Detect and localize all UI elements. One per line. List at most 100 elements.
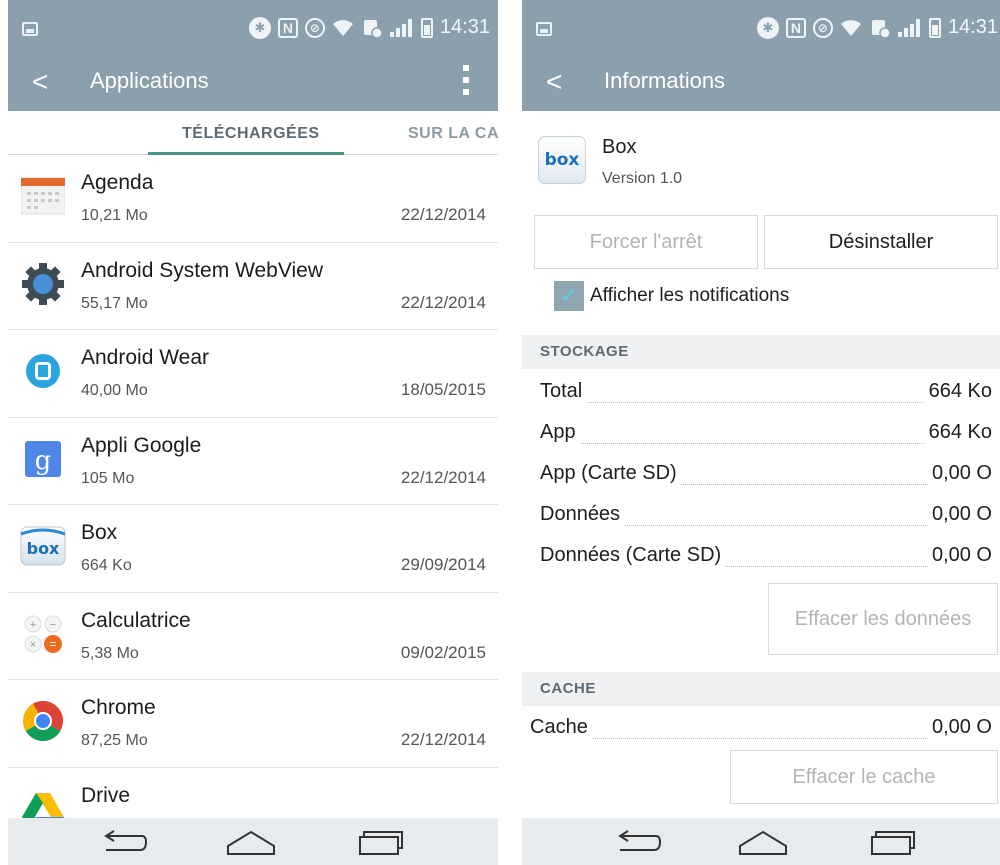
box-logo-text: box [544, 150, 580, 170]
app-bar: < Informations [522, 56, 1000, 111]
app-info-screen: ✱ N ⊘ 14:31 < Informations box Box Versi… [522, 0, 1000, 865]
cache-section-header: CACHE [522, 672, 1000, 706]
wifi-icon [840, 17, 862, 39]
nav-home-icon[interactable] [226, 830, 276, 856]
overflow-menu-icon[interactable] [462, 62, 470, 98]
app-date: 22/12/2014 [400, 205, 486, 224]
applications-screen: ✱ N ⊘ 14:31 < Applications TÉLÉCHARGÉES … [8, 0, 498, 865]
app-size: 664 Ko [81, 557, 132, 574]
clear-data-button[interactable]: Effacer les données [768, 583, 998, 655]
tab-bar: TÉLÉCHARGÉES SUR LA CA [8, 111, 498, 155]
app-size: 105 Mo [81, 469, 135, 487]
nav-back-icon[interactable] [100, 830, 148, 856]
app-name: Calculatrice [81, 608, 191, 632]
storage-section-header: STOCKAGE [522, 335, 1000, 369]
app-date: 22/12/2014 [400, 292, 486, 312]
app-size: 5,38 Mo [81, 644, 139, 662]
storage-section-title: STOCKAGE [540, 343, 629, 360]
cache-section-title: CACHE [540, 680, 596, 697]
storage-value: 0,00 O [927, 503, 992, 526]
storage-row-data-sd: Données (Carte SD) 0,00 O [522, 540, 1000, 576]
status-bar: ✱ N ⊘ 14:31 [8, 0, 498, 56]
list-item[interactable]: Chrome 87,25 Mo 22/12/2014 [8, 680, 498, 768]
clock: 14:31 [439, 16, 490, 38]
app-name: Appli Google [81, 433, 202, 457]
storage-label: App [540, 421, 580, 444]
screenshot-notification-icon [536, 22, 552, 36]
nfc-icon: N [277, 17, 298, 38]
list-item[interactable]: Agenda 10,21 Mo 22/12/2014 [8, 155, 498, 243]
app-name: Android Wear [81, 346, 210, 369]
app-size: 40,00 Mo [81, 382, 148, 399]
app-date: 22/12/2014 [400, 467, 486, 487]
list-item[interactable]: g Appli Google 105 Mo 22/12/2014 [8, 418, 498, 505]
storage-label: App (Carte SD) [540, 462, 681, 485]
app-version: Version 1.0 [602, 170, 683, 187]
uninstall-button[interactable]: Désinstaller [764, 215, 998, 269]
list-item[interactable]: Drive [8, 768, 498, 818]
back-arrow-icon[interactable]: < [546, 66, 562, 98]
nav-recent-apps-icon[interactable] [358, 830, 404, 856]
tab-sd-card[interactable]: SUR LA CA [408, 125, 498, 143]
nav-recent-apps-icon[interactable] [870, 830, 916, 856]
box-icon: box [20, 523, 66, 569]
tab-downloaded[interactable]: TÉLÉCHARGÉES [182, 125, 320, 143]
storage-value: 664 Ko [924, 380, 992, 403]
vibrate-off-icon: ⊘ [304, 17, 325, 38]
app-date: 18/05/2015 [400, 380, 486, 399]
status-icons: ✱ N ⊘ 14:31 [756, 16, 998, 39]
notifications-label: Afficher les notifications [590, 285, 790, 306]
bluetooth-icon: ✱ [756, 16, 779, 39]
navigation-bar [8, 818, 498, 865]
storage-label: Total [540, 380, 587, 403]
calculator-icon: + − × = [20, 611, 66, 657]
storage-value: 0,00 O [927, 462, 992, 485]
notifications-checkbox[interactable]: ✓ [554, 281, 584, 311]
svg-text:box: box [27, 539, 60, 558]
gear-icon [20, 261, 66, 307]
page-title: Applications [90, 68, 209, 93]
list-item[interactable]: Android System WebView 55,17 Mo 22/12/20… [8, 243, 498, 330]
google-icon: g [20, 436, 66, 482]
clear-cache-button[interactable]: Effacer le cache [730, 750, 998, 804]
list-item[interactable]: box Box 664 Ko 29/09/2014 [8, 505, 498, 593]
svg-text:=: = [49, 637, 56, 651]
android-wear-icon [20, 348, 66, 394]
nav-home-icon[interactable] [738, 830, 788, 856]
storage-row-app-sd: App (Carte SD) 0,00 O [522, 458, 1000, 494]
storage-label: Données (Carte SD) [540, 544, 726, 567]
list-item[interactable]: + − × = Calculatrice 5,38 Mo 09/02/2015 [8, 593, 498, 680]
sim-icon [361, 17, 383, 39]
cache-row: Cache 0,00 O [522, 712, 1000, 748]
battery-icon [420, 17, 433, 38]
drive-icon [20, 786, 66, 818]
status-bar: ✱ N ⊘ 14:31 [522, 0, 1000, 56]
signal-icon [897, 18, 922, 37]
cache-value: 0,00 O [927, 716, 992, 739]
battery-icon [928, 17, 941, 38]
svg-text:−: − [50, 619, 56, 631]
svg-text:g: g [35, 446, 52, 476]
app-size: 10,21 Mo [81, 207, 148, 224]
list-item[interactable]: Android Wear 40,00 Mo 18/05/2015 [8, 330, 498, 418]
notifications-row[interactable]: ✓ Afficher les notifications [554, 280, 789, 312]
app-date: 22/12/2014 [400, 730, 486, 749]
storage-value: 664 Ko [924, 421, 992, 444]
status-icons: ✱ N ⊘ 14:31 [248, 16, 490, 39]
app-name: Box [81, 521, 118, 544]
app-header: box Box Version 1.0 [522, 120, 1000, 200]
nav-back-icon[interactable] [614, 830, 662, 856]
calendar-icon [20, 173, 66, 219]
vibrate-off-icon: ⊘ [812, 17, 833, 38]
app-size: 55,17 Mo [81, 294, 148, 312]
app-list: Agenda 10,21 Mo 22/12/2014 Android Syste… [8, 155, 498, 818]
svg-text:×: × [30, 639, 36, 651]
sim-icon [869, 17, 891, 39]
force-stop-button[interactable]: Forcer l'arrêt [534, 215, 758, 269]
page-title: Informations [604, 68, 726, 93]
navigation-bar [522, 818, 1000, 865]
back-arrow-icon[interactable]: < [32, 66, 48, 98]
box-icon: box [538, 136, 586, 184]
app-name: Agenda [81, 171, 154, 194]
app-name: Chrome [81, 696, 156, 719]
